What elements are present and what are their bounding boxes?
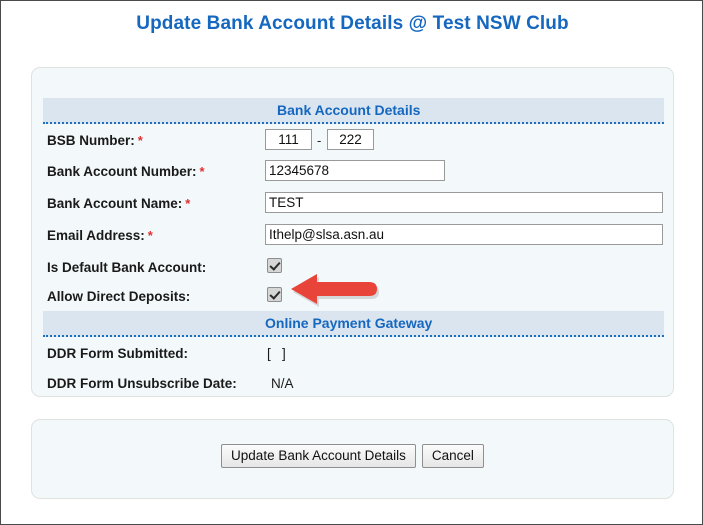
page-title: Update Bank Account Details @ Test NSW C… bbox=[136, 13, 569, 34]
bsb-separator: - bbox=[317, 133, 322, 148]
bank-account-details-panel: Bank Account Details BSB Number:* - Bank… bbox=[31, 67, 674, 397]
field-row-account-name: Bank Account Name: * bbox=[47, 191, 663, 221]
required-marker: * bbox=[137, 133, 143, 148]
label-bsb-number: BSB Number: * bbox=[47, 133, 143, 148]
label-is-default-bank-account: Is Default Bank Account: bbox=[47, 260, 207, 275]
label-allow-direct-deposits: Allow Direct Deposits: bbox=[47, 289, 191, 304]
bank-account-details-section-header: Bank Account Details bbox=[43, 98, 664, 124]
field-row-is-default-bank-account: Is Default Bank Account: bbox=[47, 255, 662, 285]
section-heading-bank-account: Bank Account Details bbox=[277, 102, 421, 118]
field-row-ddr-form-unsubscribe-date: DDR Form Unsubscribe Date: N/A bbox=[47, 371, 662, 401]
label-email-address: Email Address: * bbox=[47, 228, 153, 243]
field-row-email-address: Email Address: * bbox=[47, 223, 663, 253]
field-row-ddr-form-submitted: DDR Form Submitted: [ ] bbox=[47, 341, 662, 371]
label-ddr-form-unsubscribe-date: DDR Form Unsubscribe Date: bbox=[47, 376, 237, 391]
account-name-input[interactable] bbox=[265, 192, 663, 213]
email-address-input[interactable] bbox=[265, 224, 663, 245]
required-marker: * bbox=[185, 196, 191, 211]
label-ddr-form-submitted: DDR Form Submitted: bbox=[47, 346, 188, 361]
field-row-allow-direct-deposits: Allow Direct Deposits: bbox=[47, 284, 662, 314]
label-account-name: Bank Account Name: * bbox=[47, 196, 191, 211]
field-row-bsb-number: BSB Number:* - bbox=[47, 128, 662, 158]
required-marker: * bbox=[199, 164, 205, 179]
is-default-bank-account-checkbox[interactable] bbox=[267, 258, 282, 273]
update-bank-account-details-button[interactable]: Update Bank Account Details bbox=[221, 444, 416, 468]
label-account-number: Bank Account Number: * bbox=[47, 164, 205, 179]
account-number-input[interactable] bbox=[265, 160, 445, 181]
button-bar: Update Bank Account Details Cancel bbox=[32, 444, 673, 468]
cancel-button[interactable]: Cancel bbox=[421, 444, 484, 468]
online-payment-gateway-section-header: Online Payment Gateway bbox=[43, 311, 664, 337]
section-heading-online-payment-gateway: Online Payment Gateway bbox=[265, 315, 433, 331]
field-row-account-number: Bank Account Number: * bbox=[47, 159, 662, 189]
actions-panel: Update Bank Account Details Cancel bbox=[31, 419, 674, 499]
ddr-form-submitted-value: [ ] bbox=[267, 346, 286, 361]
bsb-part1-input[interactable] bbox=[265, 129, 312, 150]
allow-direct-deposits-checkbox[interactable] bbox=[267, 287, 282, 302]
required-marker: * bbox=[147, 228, 153, 243]
page-root: Update Bank Account Details @ Test NSW C… bbox=[0, 0, 703, 525]
bsb-part2-input[interactable] bbox=[327, 129, 374, 150]
ddr-form-unsubscribe-date-value: N/A bbox=[271, 376, 294, 391]
